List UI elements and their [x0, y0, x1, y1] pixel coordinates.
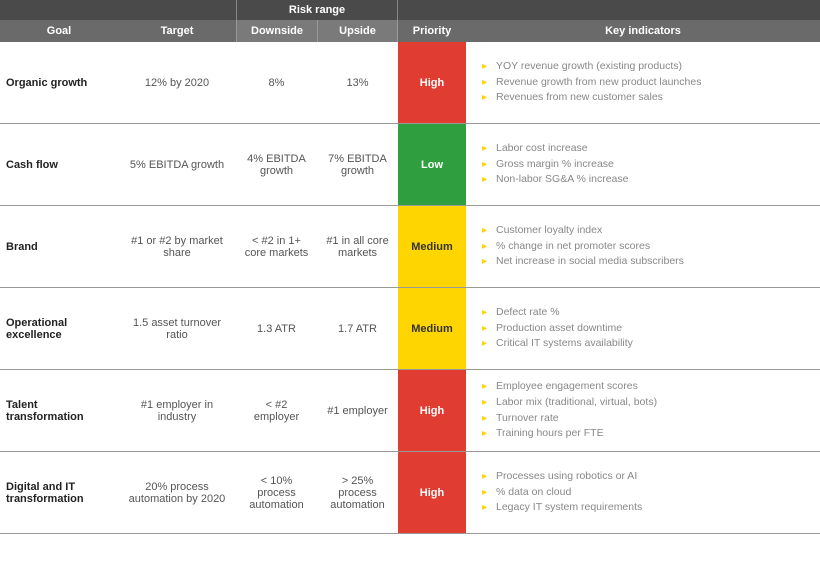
- indicator-item: Non-labor SG&A % increase: [482, 172, 814, 188]
- cell-indicators: Customer loyalty index% change in net pr…: [466, 206, 820, 287]
- indicator-item: Production asset downtime: [482, 321, 814, 337]
- cell-indicators: Defect rate %Production asset downtimeCr…: [466, 288, 820, 369]
- cell-target: 5% EBITDA growth: [118, 124, 236, 205]
- cell-goal: Operational excellence: [0, 288, 118, 369]
- indicator-item: Employee engagement scores: [482, 379, 814, 395]
- indicator-item: Labor cost increase: [482, 141, 814, 157]
- cell-target: 20% process automation by 2020: [118, 452, 236, 533]
- cell-target: 12% by 2020: [118, 42, 236, 123]
- cell-target: #1 employer in industry: [118, 370, 236, 451]
- indicator-list: Employee engagement scoresLabor mix (tra…: [482, 379, 814, 442]
- cell-goal: Talent transformation: [0, 370, 118, 451]
- super-header-row: Risk range: [0, 0, 820, 20]
- cell-downside: < #2 in 1+ core markets: [236, 206, 317, 287]
- cell-upside: 13%: [317, 42, 398, 123]
- col-header-target: Target: [118, 20, 236, 42]
- indicator-item: Gross margin % increase: [482, 157, 814, 173]
- column-header-row: Goal Target Downside Upside Priority Key…: [0, 20, 820, 42]
- indicator-list: Labor cost increaseGross margin % increa…: [482, 141, 814, 188]
- rows-container: Organic growth12% by 20208%13%HighYOY re…: [0, 42, 820, 534]
- indicator-list: Processes using robotics or AI% data on …: [482, 469, 814, 516]
- cell-goal: Brand: [0, 206, 118, 287]
- indicator-item: Revenue growth from new product launches: [482, 75, 814, 91]
- cell-upside: #1 in all core markets: [317, 206, 398, 287]
- cell-indicators: YOY revenue growth (existing products)Re…: [466, 42, 820, 123]
- indicator-item: % data on cloud: [482, 485, 814, 501]
- table-row: Digital and IT transformation20% process…: [0, 452, 820, 534]
- cell-downside: 4% EBITDA growth: [236, 124, 317, 205]
- indicator-item: Legacy IT system requirements: [482, 500, 814, 516]
- indicator-item: % change in net promoter scores: [482, 239, 814, 255]
- col-header-priority: Priority: [398, 20, 466, 42]
- col-header-upside: Upside: [317, 20, 398, 42]
- cell-upside: #1 employer: [317, 370, 398, 451]
- cell-indicators: Employee engagement scoresLabor mix (tra…: [466, 370, 820, 451]
- cell-priority: High: [398, 370, 466, 451]
- cell-upside: 7% EBITDA growth: [317, 124, 398, 205]
- table-row: Cash flow5% EBITDA growth4% EBITDA growt…: [0, 124, 820, 206]
- super-header-spacer: [398, 0, 820, 20]
- cell-downside: < 10% process automation: [236, 452, 317, 533]
- cell-target: 1.5 asset turnover ratio: [118, 288, 236, 369]
- super-header-spacer: [0, 0, 236, 20]
- cell-priority: Medium: [398, 206, 466, 287]
- indicator-list: Customer loyalty index% change in net pr…: [482, 223, 814, 270]
- cell-upside: 1.7 ATR: [317, 288, 398, 369]
- cell-indicators: Labor cost increaseGross margin % increa…: [466, 124, 820, 205]
- indicator-item: Revenues from new customer sales: [482, 90, 814, 106]
- cell-goal: Organic growth: [0, 42, 118, 123]
- indicator-item: YOY revenue growth (existing products): [482, 59, 814, 75]
- indicator-item: Turnover rate: [482, 411, 814, 427]
- cell-priority: High: [398, 42, 466, 123]
- indicator-item: Processes using robotics or AI: [482, 469, 814, 485]
- indicator-item: Labor mix (traditional, virtual, bots): [482, 395, 814, 411]
- cell-indicators: Processes using robotics or AI% data on …: [466, 452, 820, 533]
- table-row: Operational excellence1.5 asset turnover…: [0, 288, 820, 370]
- cell-downside: 1.3 ATR: [236, 288, 317, 369]
- indicator-item: Critical IT systems availability: [482, 336, 814, 352]
- table-row: Organic growth12% by 20208%13%High YOY re…: [0, 42, 820, 124]
- cell-priority: Low: [398, 124, 466, 205]
- col-header-downside: Downside: [236, 20, 317, 42]
- table-row: Brand#1 or #2 by market share< #2 in 1+ …: [0, 206, 820, 288]
- col-header-goal: Goal: [0, 20, 118, 42]
- cell-downside: < #2 employer: [236, 370, 317, 451]
- cell-priority: Medium: [398, 288, 466, 369]
- indicator-item: Customer loyalty index: [482, 223, 814, 239]
- cell-goal: Cash flow: [0, 124, 118, 205]
- risk-range-header: Risk range: [236, 0, 398, 20]
- cell-downside: 8%: [236, 42, 317, 123]
- indicator-list: Defect rate %Production asset downtimeCr…: [482, 305, 814, 352]
- cell-upside: > 25% process automation: [317, 452, 398, 533]
- indicator-item: Net increase in social media subscribers: [482, 254, 814, 270]
- table-row: Talent transformation#1 employer in indu…: [0, 370, 820, 452]
- cell-priority: High: [398, 452, 466, 533]
- indicator-list: YOY revenue growth (existing products)Re…: [482, 59, 814, 106]
- col-header-indicators: Key indicators: [466, 20, 820, 42]
- indicator-item: Defect rate %: [482, 305, 814, 321]
- table-header: Risk range Goal Target Downside Upside P…: [0, 0, 820, 42]
- goals-table: Risk range Goal Target Downside Upside P…: [0, 0, 820, 534]
- cell-target: #1 or #2 by market share: [118, 206, 236, 287]
- cell-goal: Digital and IT transformation: [0, 452, 118, 533]
- indicator-item: Training hours per FTE: [482, 426, 814, 442]
